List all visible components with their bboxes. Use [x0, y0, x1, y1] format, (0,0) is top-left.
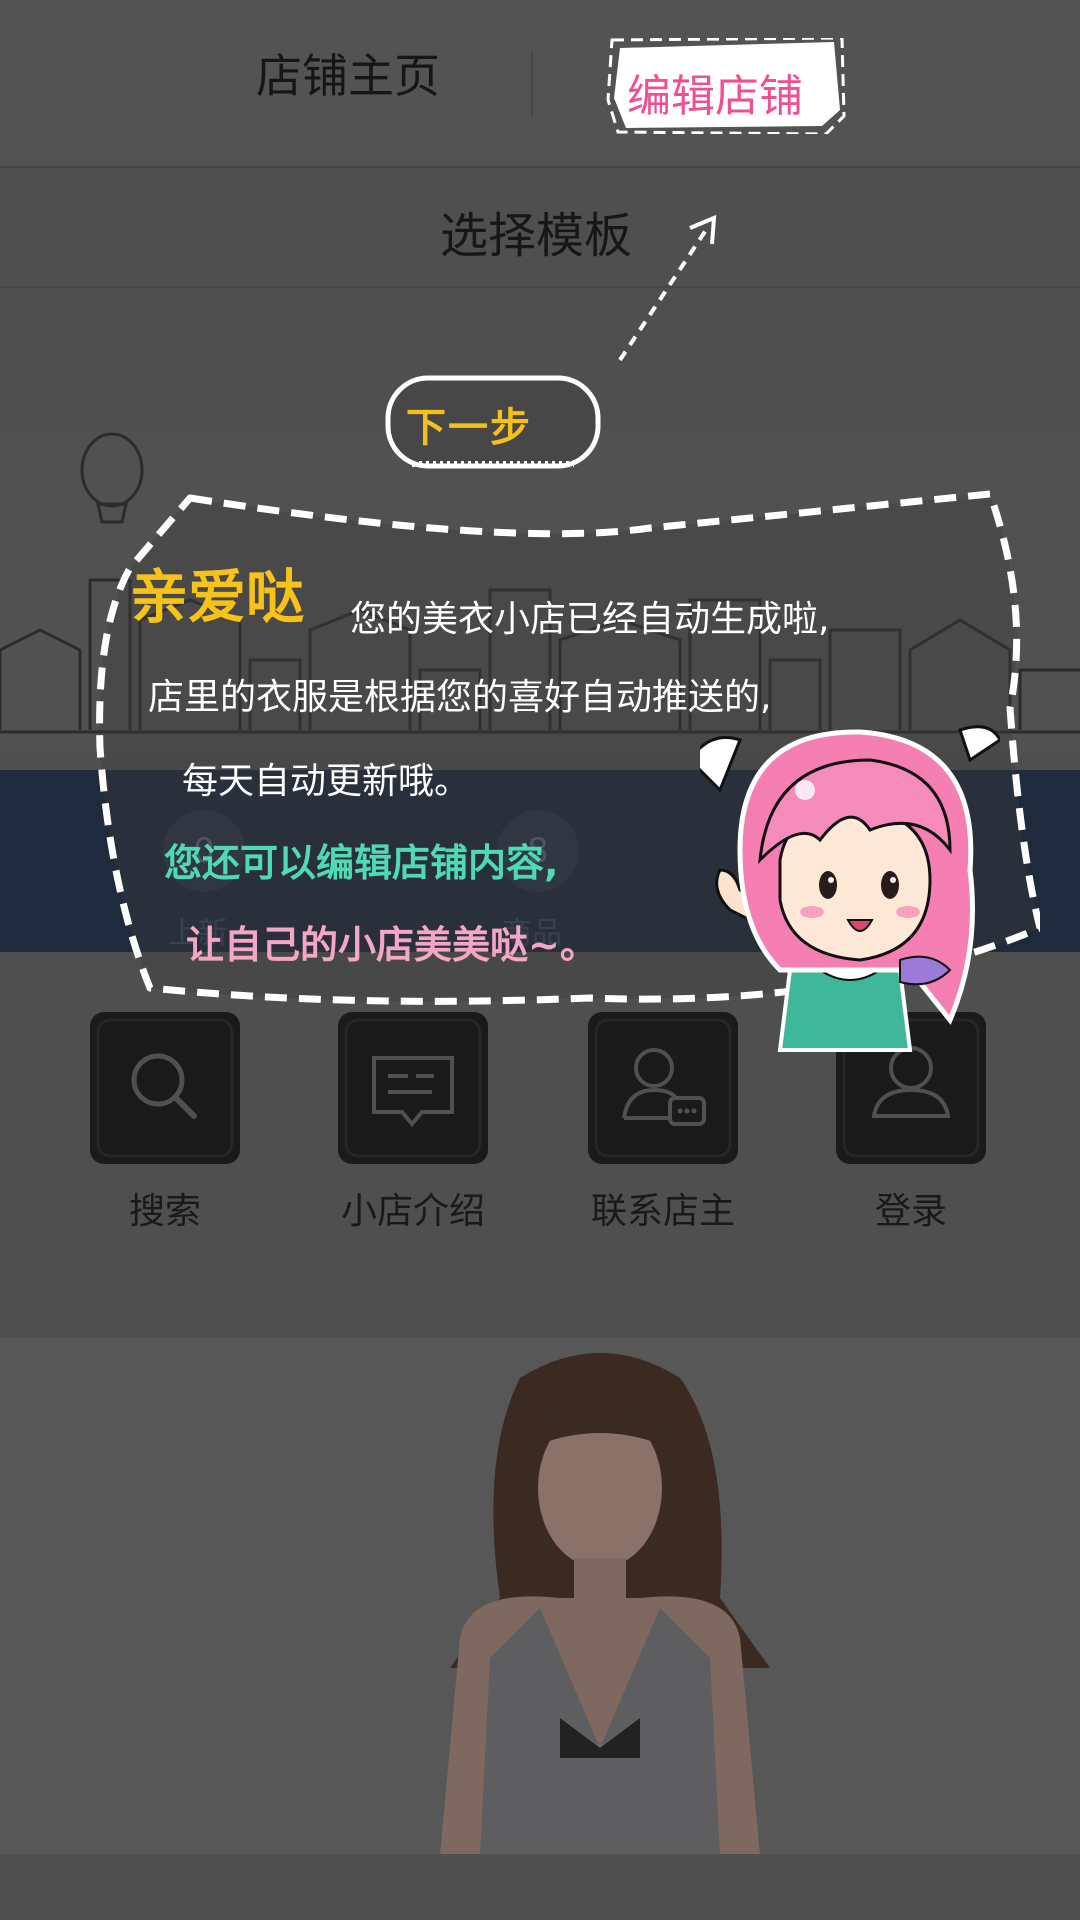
chat-bubble-icon — [344, 1018, 482, 1158]
product-photo[interactable] — [0, 1338, 1080, 1854]
model-photo-image — [0, 1338, 1080, 1854]
search-icon — [96, 1018, 234, 1158]
guide-line-1: 您的美衣小店已经自动生成啦, — [350, 599, 830, 640]
guide-greeting: 亲爱哒 — [130, 563, 305, 631]
store-intro-label: 小店介绍 — [340, 1191, 485, 1232]
search-label: 搜索 — [128, 1191, 201, 1232]
mascot-girl-illustration — [700, 720, 1000, 1070]
guide-line-5: 让自己的小店美美哒~。 — [186, 923, 598, 967]
screen: 店铺主页 编辑店铺 选择模板 搜索 小店介绍 联系店主 登录 下一步 亲爱哒 您… — [0, 0, 1080, 1920]
search-button[interactable] — [90, 1012, 240, 1164]
template-bar: 选择模板 — [0, 170, 1080, 288]
footer-strip — [0, 1854, 1080, 1920]
tab-store-home[interactable]: 店铺主页 — [256, 40, 440, 106]
contact-owner-label: 联系店主 — [590, 1191, 735, 1232]
guide-line-4: 您还可以编辑店铺内容, — [164, 841, 559, 885]
login-label: 登录 — [874, 1191, 947, 1232]
guide-line-3: 每天自动更新哦。 — [182, 761, 471, 802]
guide-line-2: 店里的衣服是根据您的喜好自动推送的, — [148, 677, 772, 718]
tab-edit-store[interactable]: 编辑店铺 — [627, 60, 803, 124]
select-template-button[interactable]: 选择模板 — [440, 196, 632, 266]
dashed-arrow-icon — [618, 214, 717, 362]
tab-divider — [531, 50, 533, 116]
store-intro-button[interactable] — [338, 1012, 488, 1164]
top-tab-bar: 店铺主页 — [0, 0, 1080, 168]
next-step-label: 下一步 — [406, 405, 532, 451]
